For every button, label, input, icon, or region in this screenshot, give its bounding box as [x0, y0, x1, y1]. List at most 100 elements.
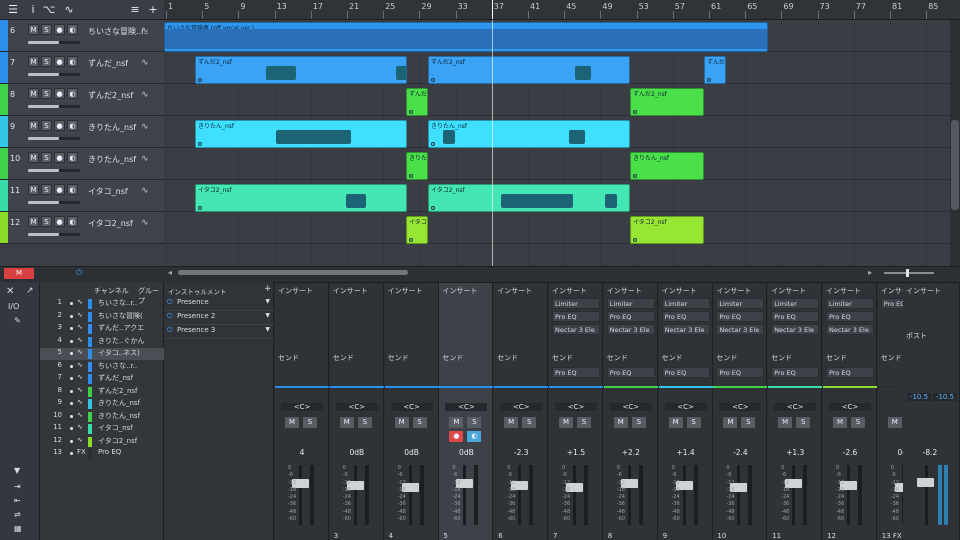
mute-button[interactable]: M [668, 417, 683, 428]
channel-list-row[interactable]: 12 ∿ イタコ2_nsf [40, 436, 164, 448]
mute-button[interactable]: M [833, 417, 847, 428]
visibility-dot[interactable] [70, 352, 73, 355]
instrument-item[interactable]: ⏻ Presence 2 ▼ [164, 312, 274, 325]
insert-slot[interactable]: Nectar 3 Ele [826, 324, 874, 335]
send-label[interactable]: センド [497, 353, 518, 363]
channel-list-row[interactable]: 4 ∿ きりた..ぐかん [40, 336, 164, 348]
monitor-button[interactable]: ◐ [467, 431, 482, 442]
mute-button[interactable]: M [28, 24, 39, 35]
fade-handle[interactable] [431, 206, 435, 210]
channel-list-row[interactable]: 13 FX Pro EQ [40, 448, 164, 460]
track-header[interactable]: 8 M S ● ◐ ずんだ2_nsf ∿ [0, 84, 164, 116]
send-label[interactable]: センド [662, 353, 683, 363]
solo-button[interactable]: S [796, 417, 811, 428]
track-header[interactable]: 7 M S ● ◐ ずんだ_nsf ∿ [0, 52, 164, 84]
horizontal-scrollbar[interactable] [178, 270, 408, 275]
send-slot[interactable]: Pro EQ [606, 367, 655, 378]
send-slot[interactable]: Pro EQ [716, 367, 765, 378]
visibility-dot[interactable] [70, 439, 73, 443]
solo-button[interactable]: S [357, 417, 372, 428]
track-volume-fader[interactable] [28, 201, 80, 204]
mute-button[interactable]: M [28, 184, 39, 195]
insert-label[interactable]: インサート [662, 286, 697, 296]
mute-button[interactable]: M [723, 417, 738, 428]
mute-button[interactable]: M [28, 216, 39, 227]
solo-button[interactable]: S [41, 56, 52, 67]
zoom-slider[interactable] [884, 272, 934, 274]
dropdown-icon[interactable]: ▼ [265, 326, 270, 333]
insert-slot[interactable]: Limiter [771, 298, 820, 309]
insert-label[interactable]: インサート [771, 286, 806, 296]
audio-clip[interactable]: イタコ2_nsf [630, 216, 704, 244]
grid-icon[interactable]: ▦ [14, 524, 22, 533]
fade-handle[interactable] [633, 174, 637, 178]
monitor-button[interactable]: ◐ [67, 184, 78, 195]
visibility-dot[interactable] [70, 414, 73, 418]
visibility-dot[interactable] [70, 314, 73, 318]
vertical-scroll-thumb[interactable] [951, 120, 959, 210]
track-volume-fader[interactable] [28, 137, 80, 140]
volume-fader[interactable] [737, 465, 741, 525]
volume-fader[interactable] [682, 465, 686, 525]
record-button[interactable]: ● [54, 56, 65, 67]
arrange-view[interactable]: ちいさな冒険者 (off vocal ver.) ずんだ2_nsf ずんだ2_nsf… [164, 20, 950, 266]
solo-button[interactable]: S [686, 417, 701, 428]
volume-fader[interactable] [792, 465, 796, 525]
send-slot[interactable]: Pro EQ [661, 367, 710, 378]
insert-label[interactable]: インサート [552, 286, 587, 296]
insert-label[interactable]: インサート [607, 286, 642, 296]
insert-slot[interactable]: Limiter [716, 298, 765, 309]
audio-clip[interactable]: きりたん [406, 152, 428, 180]
track-volume-fader[interactable] [28, 169, 80, 172]
audio-clip[interactable]: きりたん_nsf [195, 120, 407, 148]
record-button[interactable]: ● [54, 24, 65, 35]
fade-handle[interactable] [431, 142, 435, 146]
insert-label[interactable]: インサート [826, 286, 861, 296]
plus-icon[interactable]: + [146, 3, 160, 17]
send-label[interactable]: センド [333, 353, 354, 363]
collapse-icon[interactable]: ▼ [14, 466, 20, 475]
pan-control[interactable]: <C> [774, 403, 817, 411]
insert-slot[interactable]: Pro EQ [771, 311, 820, 322]
audio-clip[interactable]: ずんだ2_nsf [428, 56, 630, 84]
insert-slot[interactable]: Pro EQ [661, 311, 710, 322]
power-icon[interactable]: ⏻ [167, 312, 173, 321]
io-label[interactable]: I/O [8, 302, 19, 311]
visibility-dot[interactable] [70, 339, 73, 343]
audio-clip[interactable]: イタコ [406, 216, 428, 244]
audio-clip[interactable]: ちいさな冒険者 (off vocal ver.) [164, 22, 768, 52]
fade-handle[interactable] [198, 142, 202, 146]
volume-fader[interactable] [463, 465, 467, 525]
volume-fader[interactable] [847, 465, 850, 525]
solo-button[interactable]: S [41, 120, 52, 131]
mute-button[interactable]: M [449, 417, 464, 428]
channel-list-row[interactable]: 10 ∿ きりたん_nsf [40, 411, 164, 423]
monitor-button[interactable]: ◐ [67, 216, 78, 227]
channel-list-row[interactable]: 6 ∿ ちいさな..r.. [40, 361, 164, 373]
mixer-toggle-button[interactable]: M [4, 268, 34, 279]
track-volume-fader[interactable] [28, 233, 80, 236]
mute-button[interactable]: M [559, 417, 573, 428]
fade-handle[interactable] [198, 78, 202, 82]
playhead-marker[interactable] [492, 0, 493, 19]
solo-button[interactable]: S [41, 216, 52, 227]
waveform-icon[interactable]: ∿ [141, 218, 149, 228]
power-icon[interactable]: ⏻ [167, 298, 173, 307]
send-label[interactable]: センド [388, 353, 409, 363]
solo-button[interactable]: S [522, 417, 537, 428]
pan-control[interactable]: <C> [281, 403, 323, 411]
record-button[interactable]: ● [54, 184, 65, 195]
mute-button[interactable]: M [28, 88, 39, 99]
visibility-dot[interactable] [70, 327, 73, 330]
instrument-item[interactable]: ⏻ Presence 3 ▼ [164, 326, 274, 339]
insert-slot[interactable]: Nectar 3 Ele [661, 324, 710, 335]
track-volume-fader[interactable] [28, 41, 80, 44]
visibility-dot[interactable] [70, 452, 73, 455]
channel-list-row[interactable]: 8 ∿ ずんだ2_nsf [40, 386, 164, 398]
fade-handle[interactable] [198, 206, 202, 210]
monitor-button[interactable]: ◐ [67, 56, 78, 67]
send-label[interactable]: センド [442, 353, 463, 363]
insert-slot[interactable]: Limiter [661, 298, 710, 309]
channel-list-row[interactable]: 2 ∿ ちいさな冒険( [40, 311, 164, 323]
scroll-right-icon[interactable]: ▸ [868, 268, 872, 277]
